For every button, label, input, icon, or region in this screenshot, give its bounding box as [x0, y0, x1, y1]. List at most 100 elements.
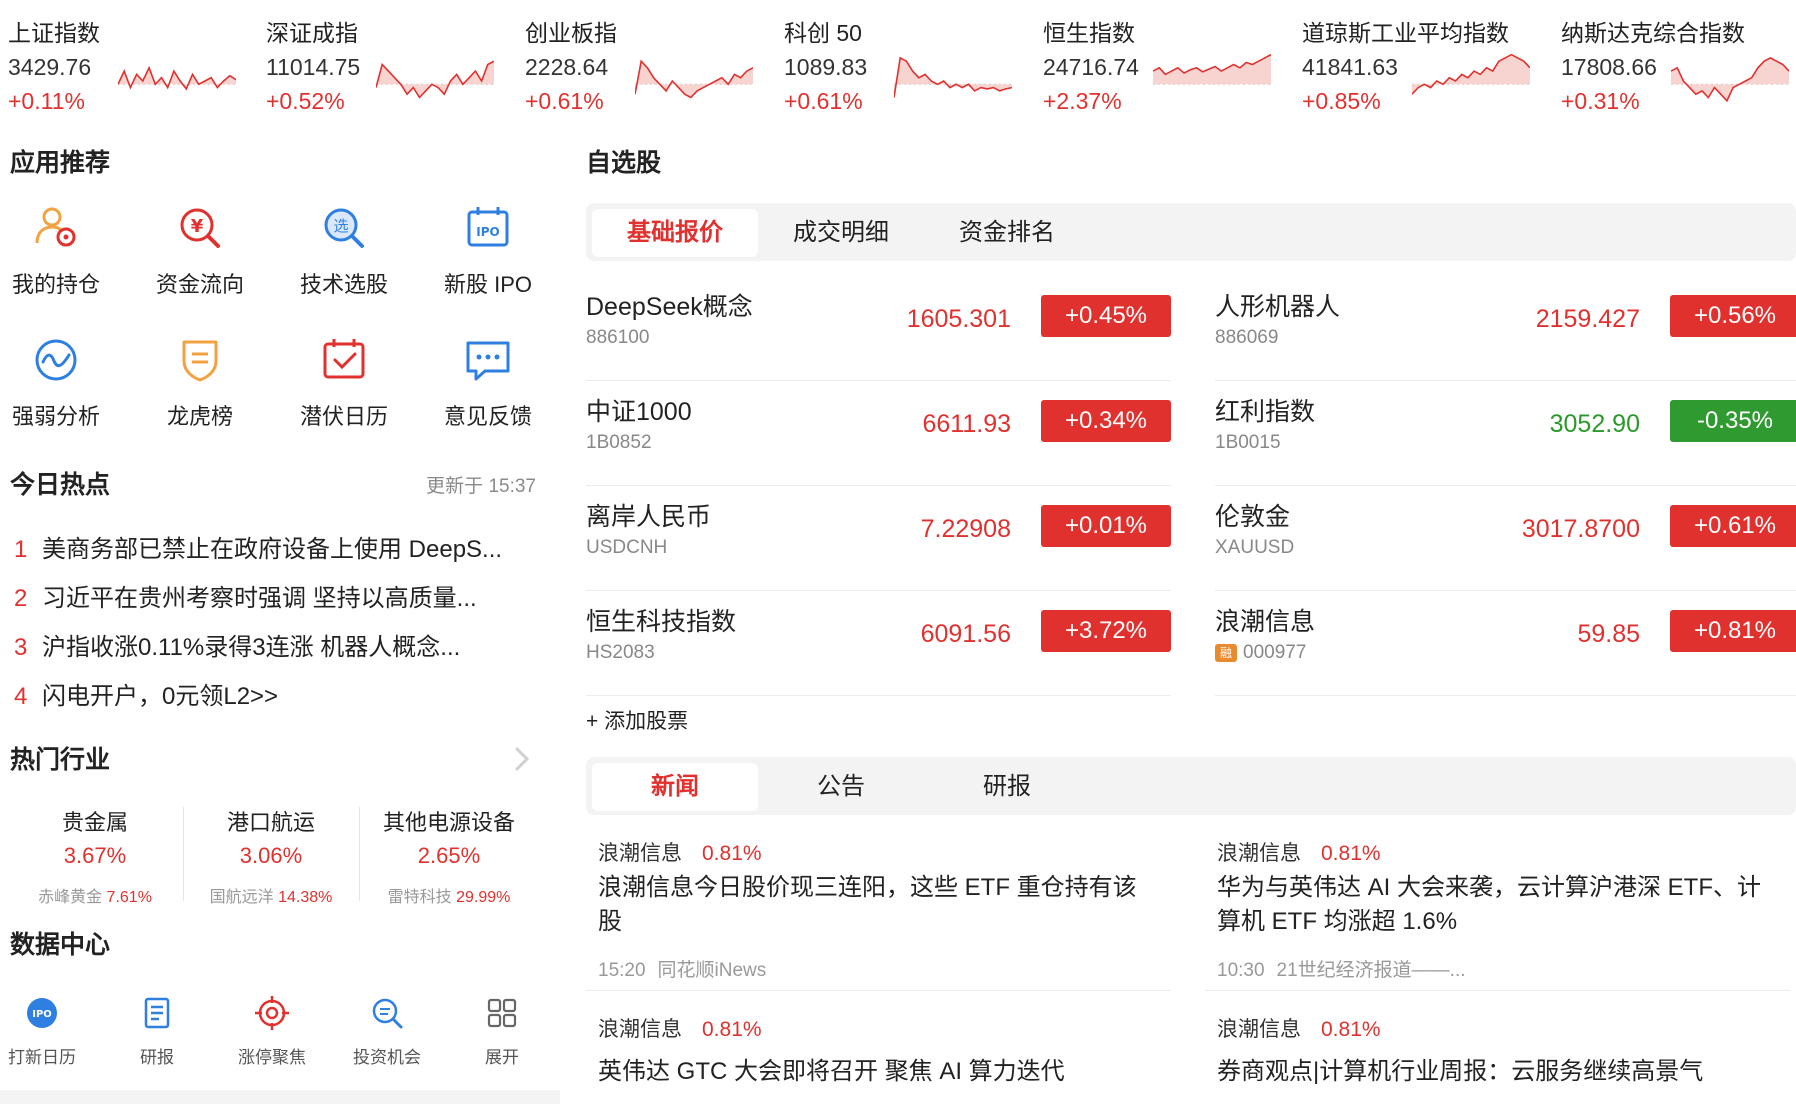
- index-name: 科创 50: [784, 20, 862, 46]
- news-title: 华为与英伟达 AI 大会来袭，云计算沪港深 ETF、计算机 ETF 均涨超 1.…: [1217, 874, 1762, 935]
- news-source-line: 浪潮信息 0.81%: [1217, 1013, 1381, 1043]
- industry-item[interactable]: 贵金属 3.67% 赤峰黄金 7.61%: [10, 805, 180, 906]
- app-money-flow[interactable]: ¥ 资金流向: [130, 203, 270, 313]
- industry-item[interactable]: 其他电源设备 2.65% 雷特科技 29.99%: [364, 805, 534, 906]
- row-divider: [586, 485, 1171, 486]
- ipo-badge-icon: IPO: [27, 998, 57, 1028]
- news-time: 15:20: [598, 960, 646, 981]
- sparkline-area: [1153, 54, 1271, 85]
- data-item-opportunity[interactable]: 投资机会: [337, 995, 437, 1075]
- data-label: 打新日历: [8, 1048, 76, 1067]
- stock-row[interactable]: 浪潮信息 融 000977 59.85 +0.81%: [1215, 592, 1796, 696]
- hot-text: 习近平在贵州考察时强调 坚持以高质量...: [42, 585, 477, 612]
- index-card-hsi[interactable]: 恒生指数 24716.74 +2.37%: [1043, 10, 1293, 120]
- hot-item[interactable]: 1 美商务部已禁止在政府设备上使用 DeepS...: [14, 529, 544, 564]
- news-tab-bar: 新闻 公告 研报: [586, 757, 1796, 815]
- stock-row[interactable]: 中证1000 1B0852 6611.93 +0.34%: [586, 382, 1171, 486]
- chevron-right-icon[interactable]: [512, 745, 532, 773]
- industry-pct: 2.65%: [417, 843, 481, 868]
- app-label: 龙虎榜: [166, 404, 233, 429]
- industry-leader: 国航远洋 14.38%: [186, 883, 356, 907]
- stock-price: 2159.427: [1535, 305, 1640, 333]
- index-card-szse[interactable]: 深证成指 11014.75 +0.52%: [266, 10, 516, 120]
- stock-row[interactable]: 伦敦金 XAUUSD 3017.8700 +0.61%: [1215, 487, 1796, 591]
- hot-item[interactable]: 2 习近平在贵州考察时强调 坚持以高质量...: [14, 578, 544, 613]
- svg-text:IPO: IPO: [476, 225, 499, 239]
- opportunity-icon: [372, 998, 403, 1029]
- tab-research[interactable]: 研报: [924, 763, 1090, 811]
- tab-announcements[interactable]: 公告: [758, 763, 924, 811]
- industry-pct: 3.67%: [63, 843, 127, 868]
- stock-code-text: 000977: [1243, 642, 1307, 663]
- app-feedback[interactable]: 意见反馈: [418, 335, 558, 445]
- left-column: 应用推荐 我的持仓 ¥ 资金流向 选 技术选股 IPO 新股 IPO 强弱分析 …: [0, 125, 560, 1104]
- data-center-title: 数据中心: [10, 931, 111, 959]
- news-title: 英伟达 GTC 大会即将召开 聚焦 AI 算力迭代: [598, 1058, 1065, 1085]
- stock-row[interactable]: 人形机器人 886069 2159.427 +0.56%: [1215, 277, 1796, 381]
- app-ipo[interactable]: IPO 新股 IPO: [418, 203, 558, 313]
- data-item-report[interactable]: 研报: [107, 995, 207, 1075]
- app-tech-pick[interactable]: 选 技术选股: [274, 203, 414, 313]
- stock-row[interactable]: 离岸人民币 USDCNH 7.22908 +0.01%: [586, 487, 1171, 591]
- hot-rank: 4: [14, 683, 28, 710]
- app-strength-analysis[interactable]: 强弱分析: [0, 335, 126, 445]
- stock-row[interactable]: 恒生科技指数 HS2083 6091.56 +3.72%: [586, 592, 1171, 696]
- divider: [183, 807, 184, 901]
- stock-price: 1605.301: [906, 305, 1011, 333]
- data-item-limit-up[interactable]: 涨停聚焦: [222, 995, 322, 1075]
- index-strip: 上证指数 3429.76 +0.11% 深证成指 11014.75 +0.52%…: [0, 0, 1796, 125]
- app-latent-calendar[interactable]: 潜伏日历: [274, 335, 414, 445]
- stock-price: 3052.90: [1549, 410, 1640, 438]
- index-card-nasdaq[interactable]: 纳斯达克综合指数 17808.66 +0.31%: [1561, 10, 1796, 120]
- leader-pct: 29.99%: [456, 889, 511, 906]
- tab-basic-quote[interactable]: 基础报价: [592, 209, 758, 257]
- index-value: 3429.76: [8, 54, 92, 80]
- app-dragon-tiger[interactable]: 龙虎榜: [130, 335, 270, 445]
- leader-name: 赤峰黄金: [38, 889, 103, 906]
- index-value: 17808.66: [1561, 54, 1657, 80]
- stock-name: 红利指数: [1215, 398, 1316, 426]
- index-sparkline: [1153, 53, 1271, 85]
- app-my-holdings[interactable]: 我的持仓: [0, 203, 126, 313]
- stock-change-badge: -0.35%: [1670, 400, 1796, 442]
- tab-trade-detail[interactable]: 成交明细: [758, 209, 924, 257]
- index-card-dji[interactable]: 道琼斯工业平均指数 41841.63 +0.85%: [1302, 10, 1552, 120]
- news-divider: [1205, 990, 1790, 991]
- stock-row[interactable]: 红利指数 1B0015 3052.90 -0.35%: [1215, 382, 1796, 486]
- leader-pct: 7.61%: [106, 889, 152, 906]
- index-name: 纳斯达克综合指数: [1561, 20, 1745, 46]
- row-divider: [1215, 590, 1796, 591]
- index-sparkline: [1671, 56, 1789, 103]
- news-publisher: 同花顺iNews: [657, 960, 767, 981]
- stock-name: 浪潮信息: [1215, 608, 1316, 636]
- data-item-expand[interactable]: 展开: [452, 995, 552, 1075]
- index-sparkline: [635, 59, 753, 99]
- index-card-sse[interactable]: 上证指数 3429.76 +0.11%: [8, 10, 258, 120]
- add-stock-button[interactable]: + 添加股票: [586, 705, 688, 735]
- stock-row[interactable]: DeepSeek概念 886100 1605.301 +0.45%: [586, 277, 1171, 381]
- index-sparkline: [118, 65, 236, 91]
- data-item-ipo-calendar[interactable]: IPO 打新日历: [0, 995, 92, 1075]
- news-item[interactable]: 浪潮信息 0.81% 券商观点|计算机行业周报：云服务继续高景气: [1205, 1013, 1775, 1103]
- hot-item[interactable]: 4 闪电开户，0元领L2>>: [14, 676, 544, 711]
- stock-price: 59.85: [1577, 620, 1640, 648]
- leader-name: 雷特科技: [387, 889, 452, 906]
- news-item[interactable]: 浪潮信息 0.81% 英伟达 GTC 大会即将召开 聚焦 AI 算力迭代: [586, 1013, 1156, 1103]
- hot-item[interactable]: 3 沪指收涨0.11%录得3连涨 机器人概念...: [14, 627, 544, 662]
- stock-change-badge: +3.72%: [1041, 610, 1171, 652]
- index-card-chinext[interactable]: 创业板指 2228.64 +0.61%: [525, 10, 775, 120]
- news-item[interactable]: 浪潮信息 0.81% 华为与英伟达 AI 大会来袭，云计算沪港深 ETF、计算机 …: [1205, 837, 1775, 997]
- feedback-icon: [466, 341, 510, 381]
- index-card-star50[interactable]: 科创 50 1089.83 +0.61%: [784, 10, 1034, 120]
- hot-rank: 2: [14, 585, 28, 612]
- news-item[interactable]: 浪潮信息 0.81% 浪潮信息今日股价现三连阳，这些 ETF 重仓持有该股 15:…: [586, 837, 1156, 997]
- tab-news[interactable]: 新闻: [592, 763, 758, 811]
- hot-text: 美商务部已禁止在政府设备上使用 DeepS...: [42, 536, 503, 563]
- tab-fund-ranking[interactable]: 资金排名: [924, 209, 1090, 257]
- stock-name: 恒生科技指数: [586, 608, 737, 636]
- index-sparkline: [1412, 53, 1530, 95]
- industry-item[interactable]: 港口航运 3.06% 国航远洋 14.38%: [186, 805, 356, 907]
- news-divider: [586, 990, 1171, 991]
- stock-code: 融 000977: [1215, 642, 1306, 664]
- stock-pick-icon: 选: [324, 208, 364, 248]
